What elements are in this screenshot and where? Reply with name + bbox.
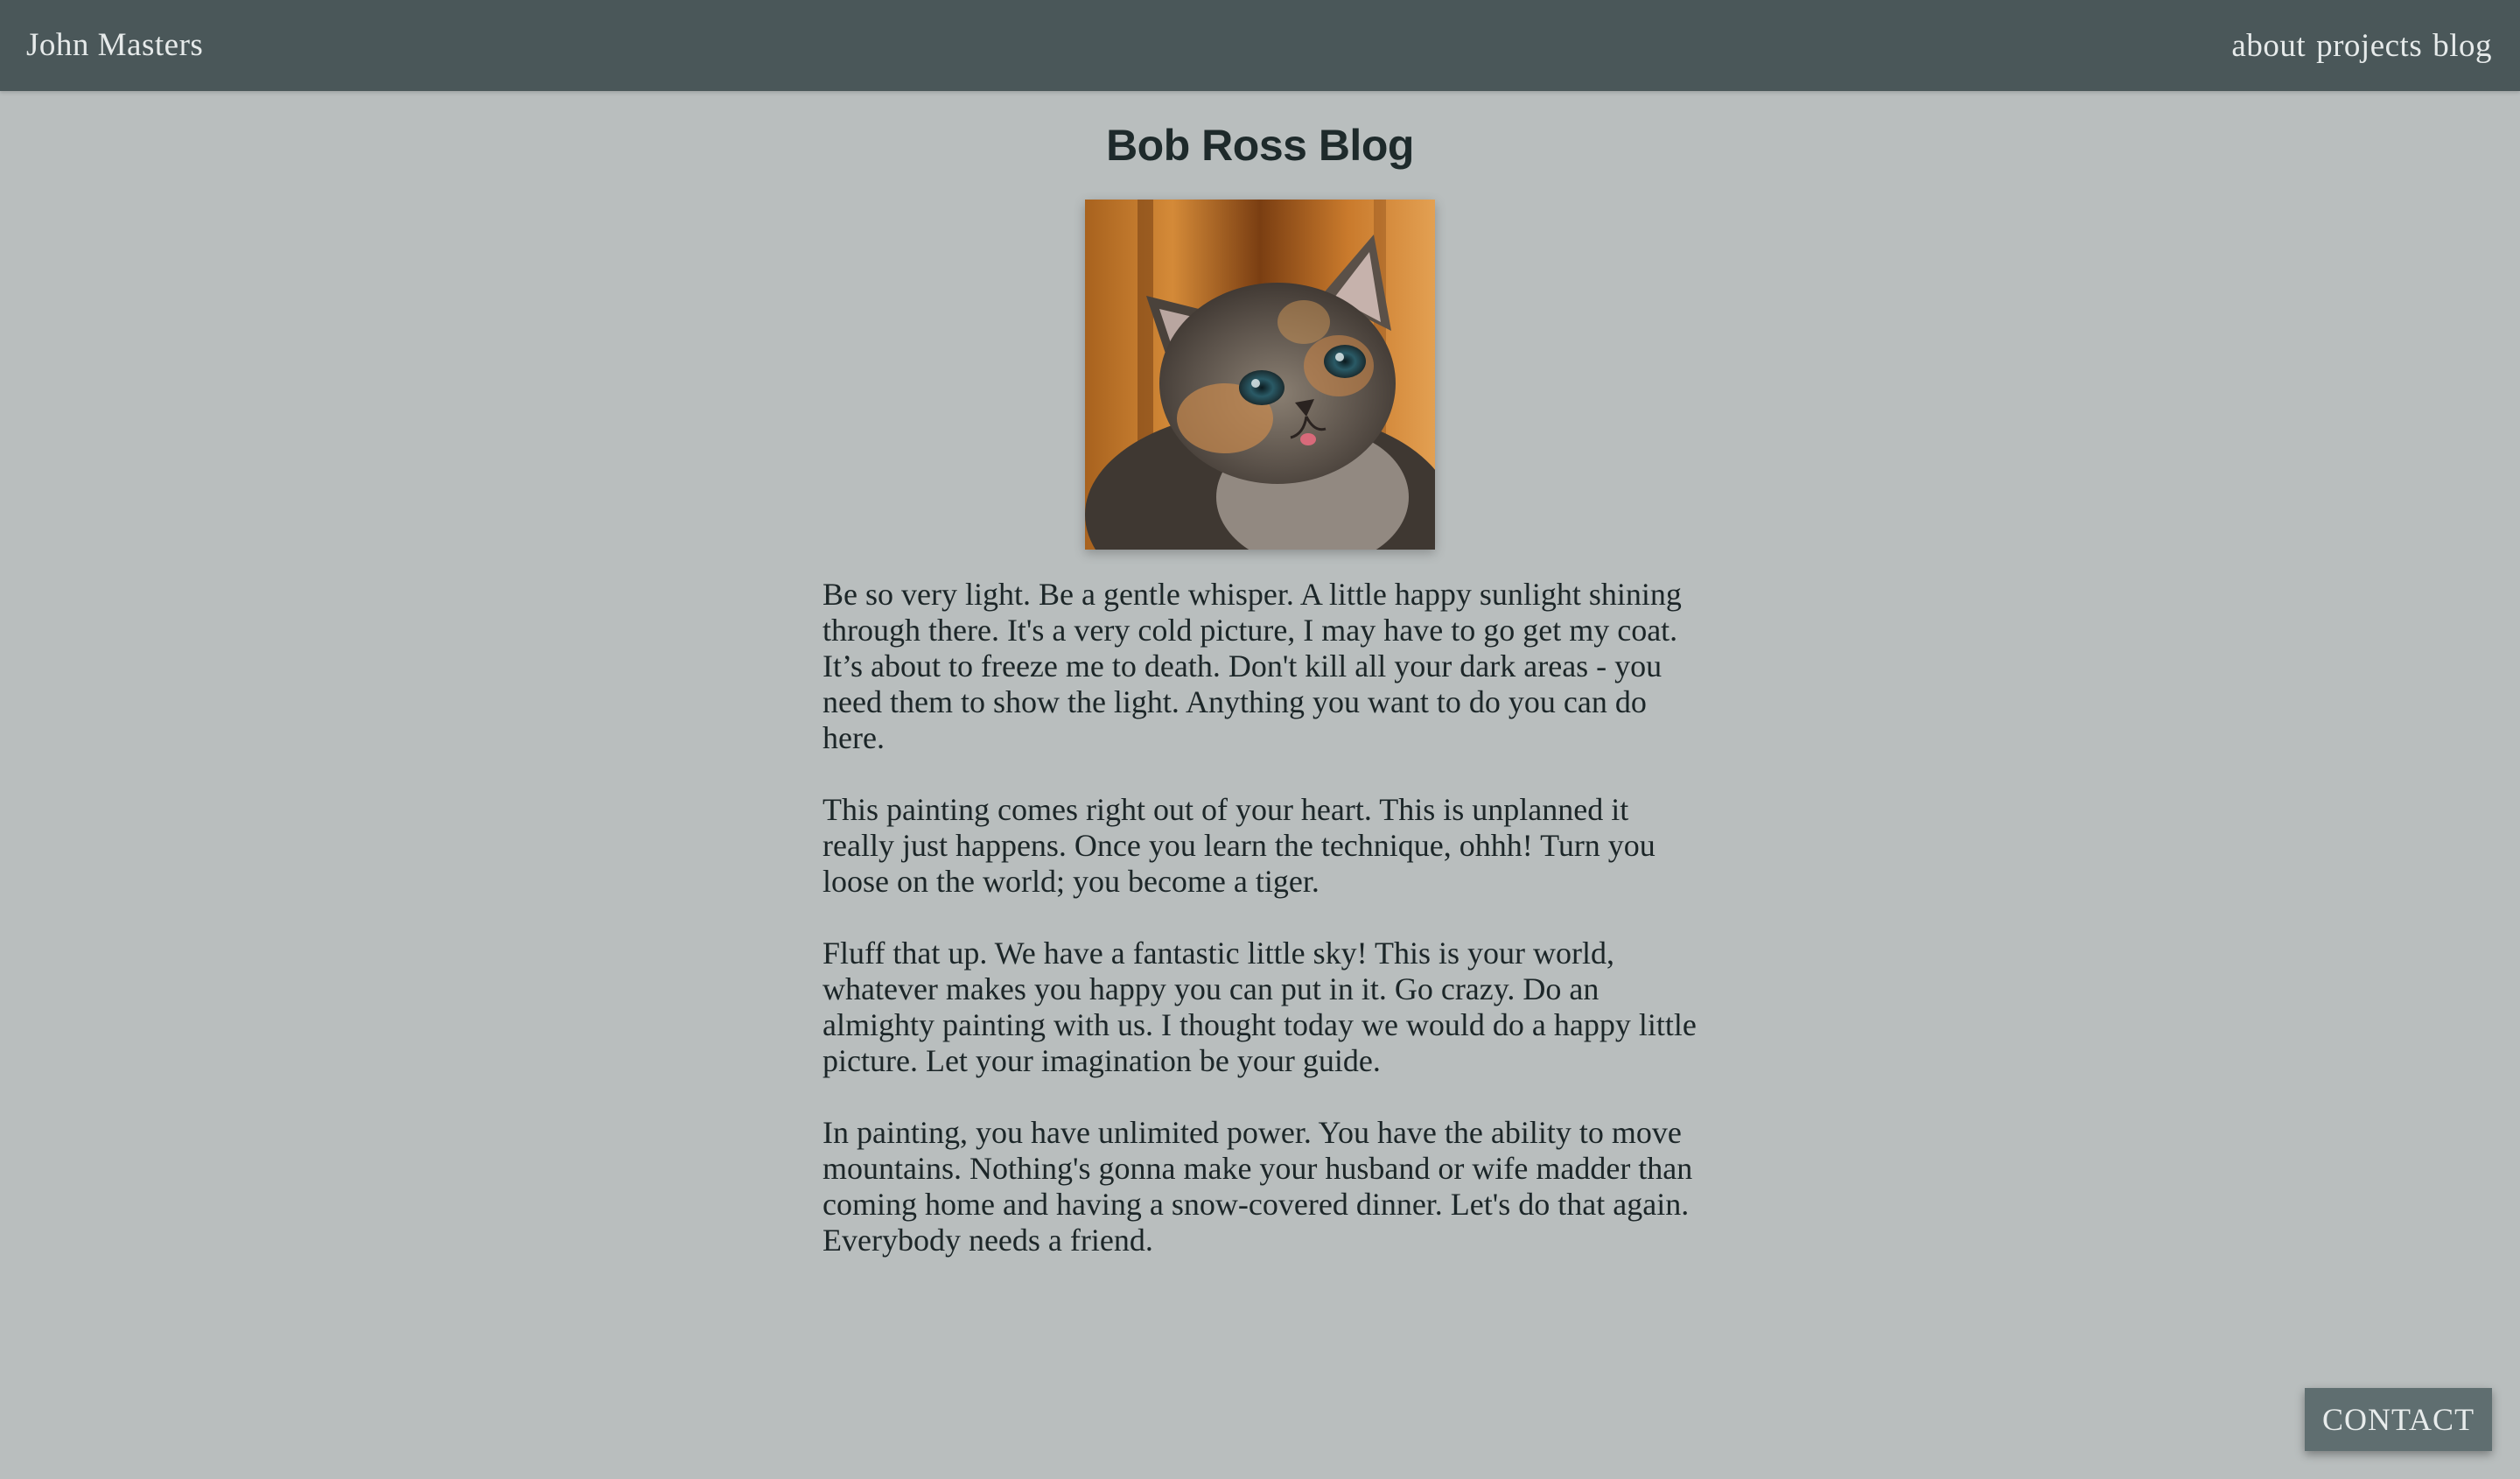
site-brand-link[interactable]: John Masters <box>26 0 203 91</box>
nav-link-about[interactable]: about <box>2231 27 2306 65</box>
blog-post-body: Be so very light. Be a gentle whisper. A… <box>822 577 1698 1294</box>
kitten-photo <box>1085 200 1435 550</box>
nav-link-projects[interactable]: projects <box>2316 27 2422 65</box>
blog-paragraph: Be so very light. Be a gentle whisper. A… <box>822 577 1682 755</box>
page-title: Bob Ross Blog <box>1106 121 1414 170</box>
blog-paragraph: In painting, you have unlimited power. Y… <box>822 1115 1693 1258</box>
nav-link-blog[interactable]: blog <box>2432 27 2492 65</box>
main-nav: about projects blog <box>2231 0 2492 91</box>
blog-paragraph: Fluff that up. We have a fantastic littl… <box>822 936 1697 1078</box>
blog-paragraph: This painting comes right out of your he… <box>822 792 1656 899</box>
contact-button[interactable]: CONTACT <box>2305 1388 2492 1451</box>
kitten-image-icon <box>1085 200 1435 550</box>
top-navigation-bar: John Masters about projects blog <box>0 0 2520 91</box>
